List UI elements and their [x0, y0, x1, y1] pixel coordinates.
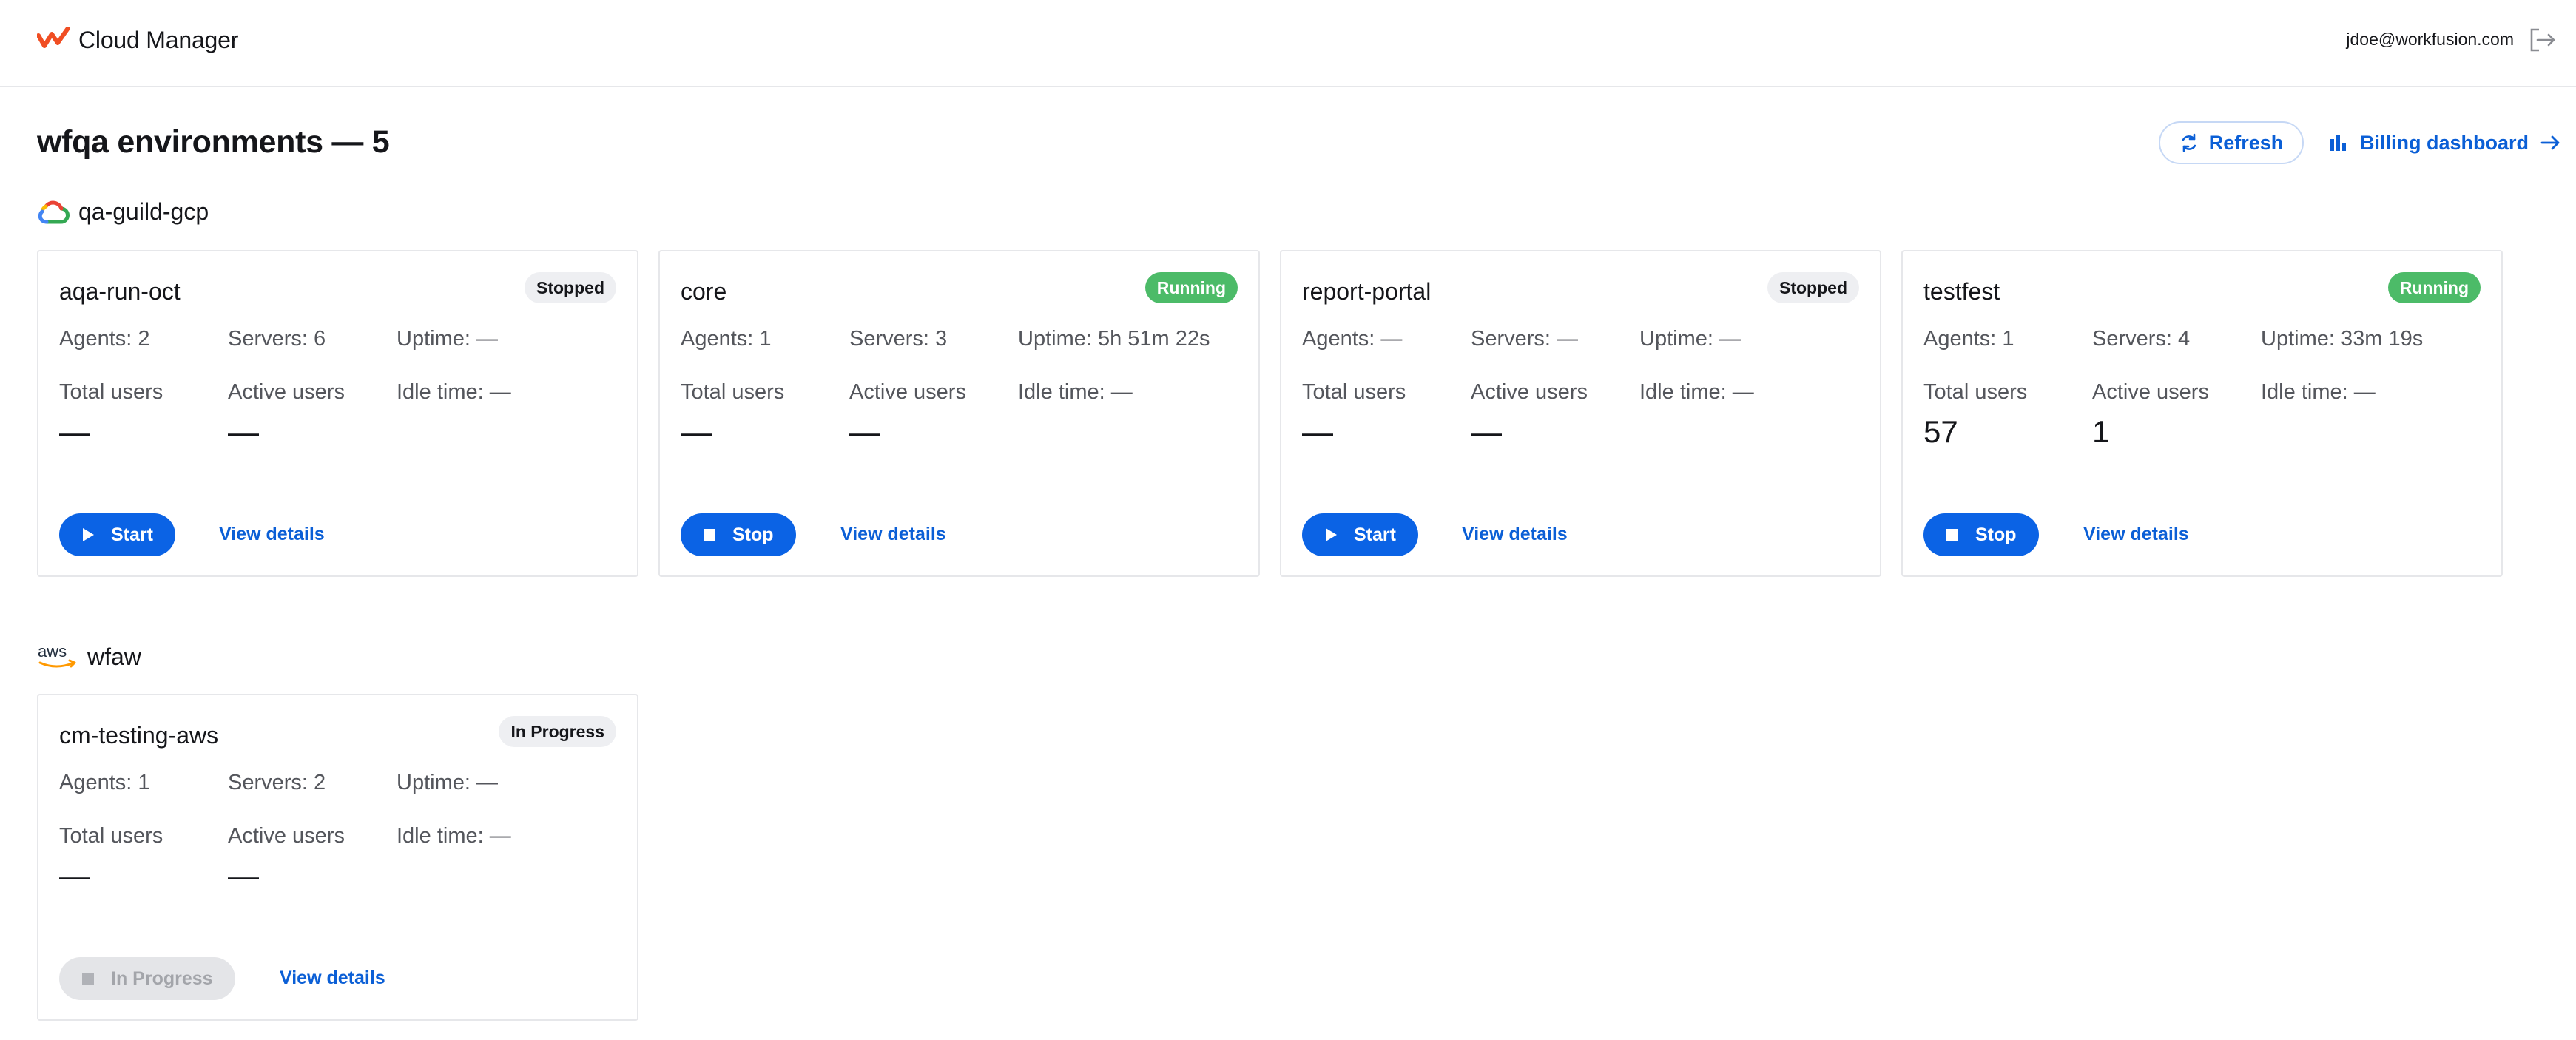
stop-icon — [704, 529, 715, 541]
app-name: Cloud Manager — [78, 27, 239, 53]
active-users-value: — — [228, 414, 259, 449]
idle-time: Idle time: — — [397, 380, 511, 404]
bar-chart-icon — [2330, 135, 2346, 151]
action-label: In Progress — [111, 968, 213, 989]
idle-time: Idle time: — — [2261, 380, 2376, 404]
in-progress-button: In Progress — [59, 957, 235, 1000]
stop-button[interactable]: Stop — [681, 513, 796, 556]
environment-name: testfest — [1923, 278, 2000, 305]
servers-count: Servers: 3 — [849, 327, 948, 351]
environment-name: aqa-run-oct — [59, 278, 181, 305]
stop-icon — [82, 973, 94, 985]
total-users-label: Total users — [681, 380, 785, 404]
active-users-value: 1 — [2092, 414, 2110, 449]
status-badge: Stopped — [525, 272, 616, 303]
environment-name: core — [681, 278, 727, 305]
uptime: Uptime: 33m 19s — [2261, 327, 2424, 351]
group-header-wfaw: aws wfaw — [37, 642, 141, 672]
refresh-button[interactable]: Refresh — [2159, 121, 2304, 164]
uptime: Uptime: — — [1639, 327, 1741, 351]
active-users-value: — — [1471, 414, 1502, 449]
total-users-value: — — [59, 858, 90, 893]
group-header-qa-guild-gcp: qa-guild-gcp — [37, 198, 209, 226]
uptime: Uptime: — — [397, 327, 498, 351]
arrow-right-icon — [2540, 135, 2560, 150]
total-users-label: Total users — [1302, 380, 1406, 404]
action-label: Stop — [1975, 524, 2017, 545]
active-users-label: Active users — [2092, 380, 2209, 404]
uptime: Uptime: 5h 51m 22s — [1018, 327, 1210, 351]
status-badge: In Progress — [499, 716, 616, 747]
group-name: qa-guild-gcp — [78, 198, 209, 225]
view-details-link[interactable]: View details — [219, 524, 325, 545]
active-users-label: Active users — [228, 824, 345, 848]
total-users-value: 57 — [1923, 414, 1958, 449]
total-users-value: — — [1302, 414, 1333, 449]
status-badge: Running — [2387, 272, 2481, 303]
total-users-value: — — [59, 414, 90, 449]
total-users-value: — — [681, 414, 712, 449]
active-users-label: Active users — [849, 380, 966, 404]
view-details-link[interactable]: View details — [2083, 524, 2189, 545]
total-users-label: Total users — [1923, 380, 2028, 404]
environment-card-aqa-run-oct: aqa-run-oct Stopped Agents: 2 Servers: 6… — [37, 250, 638, 577]
billing-dashboard-link[interactable]: Billing dashboard — [2329, 126, 2561, 160]
play-icon — [1326, 528, 1337, 541]
total-users-label: Total users — [59, 824, 163, 848]
user-email: jdoe@workfusion.com — [2346, 30, 2514, 49]
google-cloud-icon — [38, 200, 70, 223]
environment-card-cm-testing-aws: cm-testing-aws In Progress Agents: 1 Ser… — [37, 694, 638, 1021]
servers-count: Servers: 6 — [228, 327, 326, 351]
page-title: wfqa environments — 5 — [37, 124, 390, 160]
refresh-icon — [2182, 133, 2196, 152]
environment-name: report-portal — [1302, 278, 1432, 305]
group-name: wfaw — [87, 643, 141, 670]
environment-card-testfest: testfest Running Agents: 1 Servers: 4 Up… — [1901, 250, 2503, 577]
start-button[interactable]: Start — [59, 513, 175, 556]
status-badge: Stopped — [1767, 272, 1859, 303]
svg-text:aws: aws — [38, 642, 67, 661]
view-details-link[interactable]: View details — [840, 524, 946, 545]
aws-icon: aws — [38, 642, 76, 668]
logout-icon[interactable] — [2527, 25, 2557, 55]
action-label: Start — [1354, 524, 1396, 545]
idle-time: Idle time: — — [1018, 380, 1133, 404]
play-icon — [83, 528, 94, 541]
action-label: Stop — [732, 524, 774, 545]
agents-count: Agents: 1 — [681, 327, 772, 351]
idle-time: Idle time: — — [1639, 380, 1754, 404]
agents-count: Agents: 1 — [1923, 327, 2014, 351]
agents-count: Agents: 1 — [59, 771, 150, 794]
billing-dashboard-label: Billing dashboard — [2360, 131, 2529, 154]
idle-time: Idle time: — — [397, 824, 511, 848]
active-users-value: — — [228, 858, 259, 893]
active-users-value: — — [849, 414, 880, 449]
stop-button[interactable]: Stop — [1923, 513, 2039, 556]
action-label: Start — [111, 524, 153, 545]
active-users-label: Active users — [228, 380, 345, 404]
stop-icon — [1946, 529, 1958, 541]
top-bar: Cloud Manager jdoe@workfusion.com — [0, 0, 2576, 87]
servers-count: Servers: 4 — [2092, 327, 2191, 351]
view-details-link[interactable]: View details — [1462, 524, 1568, 545]
environment-name: cm-testing-aws — [59, 722, 219, 749]
start-button[interactable]: Start — [1302, 513, 1418, 556]
cloud-manager-logo-icon — [37, 27, 70, 48]
refresh-label: Refresh — [2208, 131, 2284, 154]
environment-card-report-portal: report-portal Stopped Agents: — Servers:… — [1280, 250, 1881, 577]
active-users-label: Active users — [1471, 380, 1588, 404]
servers-count: Servers: 2 — [228, 771, 326, 794]
environment-card-core: core Running Agents: 1 Servers: 3 Uptime… — [658, 250, 1260, 577]
total-users-label: Total users — [59, 380, 163, 404]
view-details-link[interactable]: View details — [280, 968, 385, 989]
agents-count: Agents: 2 — [59, 327, 150, 351]
uptime: Uptime: — — [397, 771, 498, 794]
status-badge: Running — [1144, 272, 1238, 303]
servers-count: Servers: — — [1471, 327, 1579, 351]
agents-count: Agents: — — [1302, 327, 1403, 351]
